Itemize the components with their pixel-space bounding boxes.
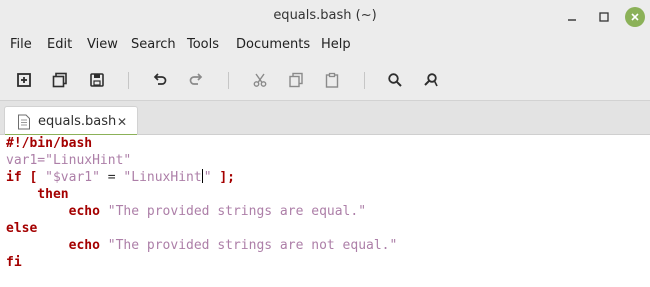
tab-label: equals.bash bbox=[38, 114, 117, 129]
code-string: var1= bbox=[6, 153, 46, 168]
code-string: "LinuxHint bbox=[123, 170, 202, 185]
menu-help[interactable]: Help bbox=[321, 37, 351, 52]
toolbar-separator bbox=[128, 72, 129, 89]
redo-button[interactable] bbox=[184, 68, 208, 92]
code-line[interactable]: #!/bin/bash bbox=[6, 135, 397, 152]
code-line[interactable]: then bbox=[6, 186, 397, 203]
find-button[interactable] bbox=[383, 68, 407, 92]
menu-view[interactable]: View bbox=[87, 37, 118, 52]
tab-strip: equals.bash ✕ bbox=[0, 100, 650, 137]
menu-bar: File Edit View Search Tools Documents He… bbox=[0, 33, 650, 60]
code-keyword: then bbox=[6, 187, 69, 202]
code-keyword: else bbox=[6, 221, 38, 236]
code-line[interactable]: fi bbox=[6, 254, 397, 271]
close-icon bbox=[631, 13, 639, 21]
find-replace-button[interactable] bbox=[419, 68, 443, 92]
new-document-icon bbox=[17, 73, 31, 87]
paste-icon bbox=[325, 72, 339, 88]
code-keyword: echo bbox=[6, 238, 100, 253]
code-text-segment: = bbox=[99, 170, 124, 185]
copy-icon bbox=[289, 72, 303, 88]
new-document-button[interactable] bbox=[12, 68, 36, 92]
code-line[interactable]: echo "The provided strings are not equal… bbox=[6, 237, 398, 254]
code-string: "The provided strings are equal." bbox=[99, 204, 367, 219]
code-string: "The provided strings are not equal." bbox=[99, 238, 398, 253]
find-replace-icon bbox=[424, 73, 438, 87]
code-editor[interactable]: #!/bin/bash var1="LinuxHint" if [ "$var1" … bbox=[0, 135, 650, 287]
menu-search[interactable]: Search bbox=[131, 37, 176, 52]
menu-edit[interactable]: Edit bbox=[47, 37, 72, 52]
document-icon bbox=[17, 114, 31, 134]
minimize-button[interactable] bbox=[562, 7, 582, 27]
save-button[interactable] bbox=[85, 68, 109, 92]
window-title: equals.bash (~) bbox=[273, 8, 377, 23]
close-button[interactable] bbox=[625, 7, 645, 27]
code-text[interactable]: #!/bin/bash var1="LinuxHint" if [ "$var1" … bbox=[6, 135, 397, 271]
code-keyword: if [ bbox=[6, 170, 46, 185]
code-keyword: fi bbox=[6, 255, 22, 270]
redo-icon bbox=[189, 73, 203, 85]
undo-icon bbox=[153, 73, 167, 85]
code-string: "$var1" bbox=[45, 170, 100, 185]
minimize-icon bbox=[568, 19, 576, 21]
cut-icon bbox=[253, 73, 267, 87]
toolbar-separator bbox=[228, 72, 229, 89]
undo-button[interactable] bbox=[148, 68, 172, 92]
tab-close-icon[interactable]: ✕ bbox=[115, 115, 129, 129]
open-icon bbox=[52, 72, 67, 88]
cut-button[interactable] bbox=[248, 68, 272, 92]
code-keyword: ]; bbox=[211, 170, 236, 185]
open-button[interactable] bbox=[48, 68, 72, 92]
menu-documents[interactable]: Documents bbox=[236, 37, 310, 52]
code-keyword: #!/bin/bash bbox=[6, 136, 93, 151]
menu-tools[interactable]: Tools bbox=[187, 37, 219, 52]
tab-equals-bash[interactable]: equals.bash ✕ bbox=[4, 106, 138, 137]
maximize-icon bbox=[599, 12, 609, 22]
toolbar bbox=[0, 60, 650, 100]
code-line[interactable]: else bbox=[6, 220, 397, 237]
save-icon bbox=[90, 73, 104, 87]
code-keyword: echo bbox=[6, 204, 100, 219]
code-string: " bbox=[203, 170, 212, 185]
paste-button[interactable] bbox=[320, 68, 344, 92]
code-line[interactable]: var1="LinuxHint" bbox=[6, 152, 397, 169]
code-line[interactable]: echo "The provided strings are equal." bbox=[6, 203, 397, 220]
copy-button[interactable] bbox=[284, 68, 308, 92]
text-cursor bbox=[201, 169, 203, 183]
code-string: "LinuxHint" bbox=[45, 153, 132, 168]
maximize-button[interactable] bbox=[594, 7, 614, 27]
code-line[interactable]: if [ "$var1" = "LinuxHint " ]; bbox=[6, 169, 397, 186]
toolbar-separator bbox=[364, 72, 365, 89]
menu-file[interactable]: File bbox=[10, 37, 32, 52]
find-icon bbox=[388, 73, 402, 87]
title-bar: equals.bash (~) bbox=[0, 0, 650, 33]
